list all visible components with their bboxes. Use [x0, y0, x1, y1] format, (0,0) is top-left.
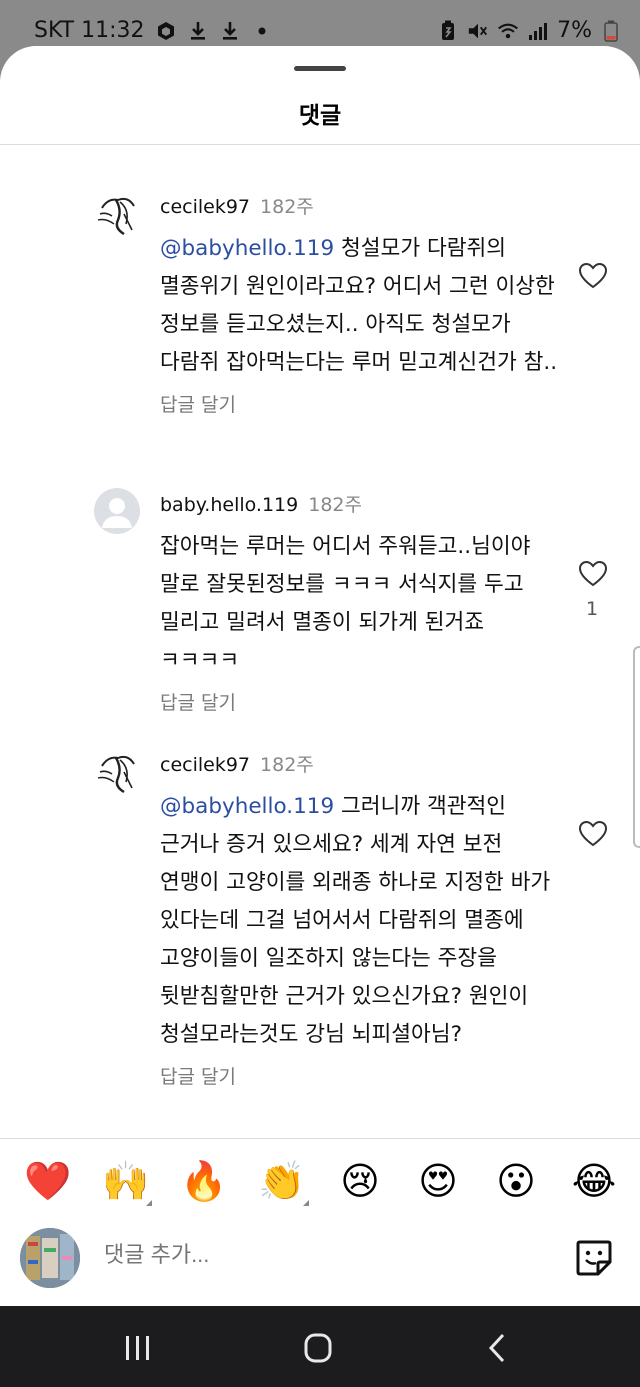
comment-meta: cecilek97 182주: [160, 752, 560, 778]
signal-icon: [527, 20, 549, 42]
app-cube-icon: [155, 20, 177, 42]
avatar[interactable]: [94, 748, 140, 794]
reply-button[interactable]: 답글 달기: [160, 390, 560, 417]
carrier-time: SKT 11:32: [34, 18, 145, 43]
emoji-surprised-button[interactable]: 😮: [491, 1156, 541, 1206]
divider: [0, 1138, 640, 1139]
avatar[interactable]: [94, 190, 140, 236]
heart-icon: [578, 262, 608, 289]
sheet-title: 댓글: [298, 103, 342, 129]
drag-handle[interactable]: [294, 66, 346, 71]
emoji-fire-button[interactable]: 🔥: [179, 1156, 229, 1206]
recents-icon: [126, 1336, 149, 1360]
skin-tone-indicator-icon: [303, 1200, 309, 1206]
comment-text-content: 그러니까 객관적인 근거나 증거 있으세요? 세계 자연 보전 연맹이 고양이를…: [160, 794, 551, 1047]
mute-icon: [467, 20, 489, 42]
reply-button[interactable]: 답글 달기: [160, 688, 560, 715]
emoji-reaction-row: ❤️ 🙌 🔥 👏 😢 😍 😮 😂: [0, 1156, 640, 1206]
system-nav-bar: [0, 1306, 640, 1387]
mention-link[interactable]: @babyhello.119: [160, 794, 334, 819]
comment-text: @babyhello.119 그러니까 객관적인 근거나 증거 있으세요? 세계…: [160, 788, 560, 1054]
battery-icon: [600, 20, 622, 42]
emoji-heart-eyes-button[interactable]: 😍: [413, 1156, 463, 1206]
comment-body: cecilek97 182주 @babyhello.119 그러니까 객관적인 근…: [160, 752, 560, 1089]
comment-time: 182주: [260, 754, 314, 776]
like-button[interactable]: [578, 820, 610, 850]
mention-link[interactable]: @babyhello.119: [160, 236, 334, 261]
notification-dot-icon: [251, 20, 273, 42]
reply-button[interactable]: 답글 달기: [160, 1062, 560, 1089]
sticker-icon: [576, 1240, 612, 1276]
comment-body: baby.hello.119 182주 잡아먹는 루머는 어디서 주워듣고..님이…: [160, 492, 560, 715]
sticker-button[interactable]: [574, 1238, 614, 1278]
download-icon: [219, 20, 241, 42]
emoji-clap-button[interactable]: 👏: [257, 1156, 307, 1206]
emoji-raised-hands-button[interactable]: 🙌: [101, 1156, 151, 1206]
comments-sheet: 댓글 cecilek97 182주 @babyhello.119 청설모가 다람쥐…: [0, 46, 640, 1306]
back-icon: [488, 1333, 505, 1363]
skin-tone-indicator-icon: [146, 1200, 152, 1206]
status-right: 7%: [437, 18, 622, 43]
like-button[interactable]: [578, 262, 610, 292]
battery-percent: 7%: [557, 18, 592, 43]
comment-time: 182주: [260, 196, 314, 218]
comment-body: cecilek97 182주 @babyhello.119 청설모가 다람쥐의 멸…: [160, 194, 560, 417]
wifi-icon: [497, 20, 519, 42]
comment-composer: [0, 1224, 640, 1294]
download-icon: [187, 20, 209, 42]
divider: [0, 144, 640, 145]
battery-saver-icon: [437, 20, 459, 42]
status-left: SKT 11:32: [34, 18, 273, 43]
comment-text-content: 잡아먹는 루머는 어디서 주워듣고..님이야 말로 잘못된정보를 ㅋㅋㅋ 서식지…: [160, 534, 531, 673]
default-avatar-icon: [102, 498, 132, 528]
avatar[interactable]: [94, 488, 140, 534]
comment-username[interactable]: cecilek97: [160, 196, 250, 218]
scrollbar[interactable]: [633, 646, 640, 848]
comment-time: 182주: [308, 494, 362, 516]
comment-meta: cecilek97 182주: [160, 194, 560, 220]
home-button[interactable]: [298, 1330, 338, 1366]
heart-icon: [578, 820, 608, 847]
like-button[interactable]: [578, 560, 610, 590]
emoji-crying-button[interactable]: 😢: [335, 1156, 385, 1206]
comment-username[interactable]: baby.hello.119: [160, 494, 298, 516]
home-icon: [304, 1333, 332, 1363]
comment-username[interactable]: cecilek97: [160, 754, 250, 776]
emoji-laughing-button[interactable]: 😂: [569, 1156, 619, 1206]
back-button[interactable]: [478, 1330, 518, 1366]
emoji-heart-button[interactable]: ❤️: [23, 1156, 73, 1206]
comment-text: @babyhello.119 청설모가 다람쥐의 멸종위기 원인이라고요? 어디…: [160, 230, 560, 382]
heart-icon: [578, 560, 608, 587]
comment-meta: baby.hello.119 182주: [160, 492, 560, 518]
comment-text: 잡아먹는 루머는 어디서 주워듣고..님이야 말로 잘못된정보를 ㅋㅋㅋ 서식지…: [160, 528, 560, 680]
like-count: 1: [586, 598, 599, 620]
recents-button[interactable]: [118, 1330, 158, 1366]
status-bar: SKT 11:32 7%: [0, 0, 640, 50]
my-avatar[interactable]: [20, 1228, 80, 1288]
comment-input[interactable]: [104, 1242, 504, 1268]
